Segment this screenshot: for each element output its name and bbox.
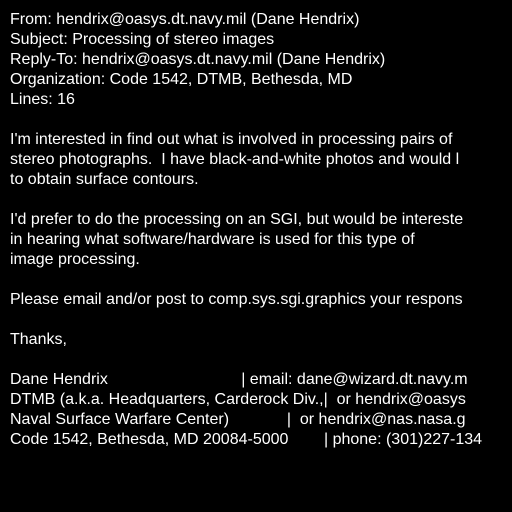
newsgroup-message: From: hendrix@oasys.dt.navy.mil (Dane He… (10, 10, 482, 450)
body-line: stereo photographs. I have black-and-whi… (10, 151, 460, 168)
header-organization: Organization: Code 1542, DTMB, Bethesda,… (10, 71, 353, 88)
signature-line: Naval Surface Warfare Center) | or hendr… (10, 411, 466, 428)
header-reply-to: Reply-To: hendrix@oasys.dt.navy.mil (Dan… (10, 51, 386, 68)
closing-line: Thanks, (10, 331, 67, 348)
body-line: I'd prefer to do the processing on an SG… (10, 211, 464, 228)
signature-line: Dane Hendrix | email: dane@wizard.dt.nav… (10, 371, 468, 388)
body-line: to obtain surface contours. (10, 171, 199, 188)
header-from: From: hendrix@oasys.dt.navy.mil (Dane He… (10, 11, 360, 28)
body-line: Please email and/or post to comp.sys.sgi… (10, 291, 463, 308)
body-line: I'm interested in find out what is invol… (10, 131, 453, 148)
signature-line: Code 1542, Bethesda, MD 20084-5000 | pho… (10, 431, 483, 448)
text-screen: From: hendrix@oasys.dt.navy.mil (Dane He… (0, 0, 512, 512)
body-line: image processing. (10, 251, 140, 268)
header-lines: Lines: 16 (10, 91, 75, 108)
signature-line: DTMB (a.k.a. Headquarters, Carderock Div… (10, 391, 466, 408)
header-subject: Subject: Processing of stereo images (10, 31, 275, 48)
body-line: in hearing what software/hardware is use… (10, 231, 415, 248)
